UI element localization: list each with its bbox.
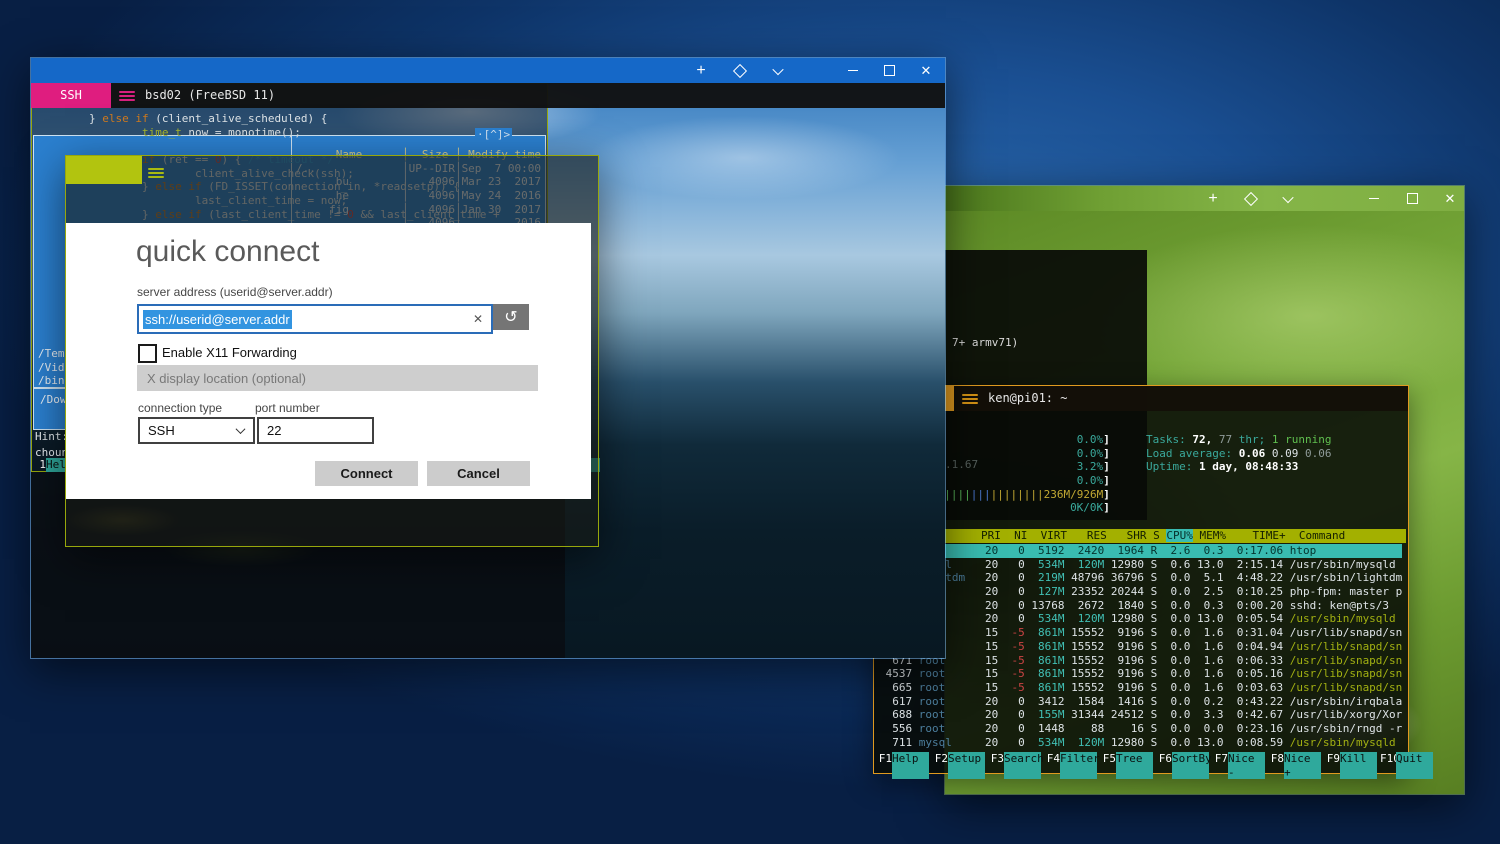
server-address-value: ssh://userid@server.addr xyxy=(143,310,292,329)
htop-panel[interactable]: ken@pi01: ~ .1.67 0.0%] 0.0%] 3.2%] 0.0%… xyxy=(873,385,1409,774)
fkey-item[interactable]: F5Tree xyxy=(1100,752,1156,779)
new-tab-icon[interactable]: + xyxy=(686,58,716,83)
eraser-icon[interactable] xyxy=(1236,186,1266,211)
htop-table-header[interactable]: PID USER PRI NI VIRT RES SHR S CPU% MEM%… xyxy=(875,529,1406,543)
hamburger-icon[interactable] xyxy=(119,89,135,103)
new-tab-icon[interactable]: + xyxy=(1198,186,1228,211)
server-address-input[interactable]: ssh://userid@server.addr ✕ xyxy=(137,304,493,334)
terminal-line: 671 root 15 -5 861M 15552 9196 S 0.0 1.6… xyxy=(879,654,1402,668)
htop-tab-title[interactable]: ken@pi01: ~ xyxy=(988,392,1067,406)
x11-forwarding-label: Enable X11 Forwarding xyxy=(162,345,297,360)
dialog-tab-badge[interactable] xyxy=(66,156,142,184)
history-button[interactable]: ↺ xyxy=(493,304,529,330)
terminal-line: 617 root 20 0 3412 1584 1416 S 0.0 0.2 0… xyxy=(879,695,1402,709)
dialog-title: quick connect xyxy=(136,235,319,269)
ssh-tab-title[interactable]: bsd02 (FreeBSD 11) xyxy=(145,89,275,103)
fkey-item[interactable]: F8Nice + xyxy=(1268,752,1324,779)
terminal-line: Tasks: 72, 77 thr; 1 running xyxy=(1146,433,1331,447)
htop-process-table[interactable]: 20 0 5192 2420 1964 R 2.6 0.3 0:17.06 ht… xyxy=(879,544,1402,749)
maximize-button[interactable] xyxy=(874,58,904,83)
blue-titlebar[interactable]: + ✕ xyxy=(31,58,945,83)
clear-input-icon[interactable]: ✕ xyxy=(473,312,483,326)
terminal-line: 20 0 127M 23352 20244 S 0.0 2.5 0:10.25 … xyxy=(879,585,1402,599)
terminal-line: lightdm 20 0 219M 48796 36796 S 0.0 5.1 … xyxy=(879,571,1402,585)
quick-connect-dialog[interactable]: quick connect server address (userid@ser… xyxy=(65,155,599,547)
x11-forwarding-checkbox[interactable] xyxy=(138,344,157,363)
terminal-line: Load average: 0.06 0.09 0.06 xyxy=(1146,447,1331,461)
htop-tasks: Tasks: 72, 77 thr; 1 runningLoad average… xyxy=(1146,433,1331,474)
terminal-line: 15 -5 861M 15552 9196 S 0.0 1.6 0:04.94 … xyxy=(879,640,1402,654)
minimize-button[interactable] xyxy=(1359,186,1389,211)
fkey-item[interactable]: F4Filter xyxy=(1044,752,1100,779)
history-icon: ↺ xyxy=(504,307,517,327)
chevron-down-icon[interactable] xyxy=(1273,186,1303,211)
close-button[interactable]: ✕ xyxy=(1435,186,1465,211)
connection-type-label: connection type xyxy=(138,401,222,415)
cancel-button[interactable]: Cancel xyxy=(427,461,530,486)
connection-type-select[interactable]: SSH xyxy=(138,417,255,444)
x-display-input: X display location (optional) xyxy=(137,365,538,391)
terminal-line: PID USER PRI NI VIRT RES SHR S CPU% MEM%… xyxy=(875,529,1406,543)
fkey-item[interactable]: F2Setup xyxy=(932,752,988,779)
server-address-label: server address (userid@server.addr) xyxy=(137,285,333,299)
terminal-line: time_t now = monotime(); xyxy=(36,126,500,140)
terminal-line: 20 0 13768 2672 1840 S 0.0 0.3 0:00.20 s… xyxy=(879,599,1402,613)
terminal-line: 20 0 534M 120M 12980 S 0.0 13.0 0:05.54 … xyxy=(879,612,1402,626)
ssh-tab-badge[interactable]: SSH xyxy=(31,83,111,108)
ssh-tabbar[interactable]: SSH bsd02 (FreeBSD 11) xyxy=(31,83,945,108)
terminal-line: 4537 root 15 -5 861M 15552 9196 S 0.0 1.… xyxy=(879,667,1402,681)
terminal-line: 15 -5 861M 15552 9196 S 0.0 1.6 0:31.04 … xyxy=(879,626,1402,640)
chevron-down-icon[interactable] xyxy=(763,58,793,83)
eraser-icon[interactable] xyxy=(725,58,755,83)
fkey-item[interactable]: F1Help xyxy=(876,752,932,779)
terminal-line: mysql 20 0 534M 120M 12980 S 0.6 13.0 2:… xyxy=(879,558,1402,572)
port-number-input[interactable]: 22 xyxy=(257,417,374,444)
desktop: + ✕ 7+ armv71) ken@pi01: ~ .1.67 0.0%] xyxy=(0,0,1500,844)
terminal-line: } else if (client_alive_scheduled) { xyxy=(36,112,500,126)
close-button[interactable]: ✕ xyxy=(911,58,941,83)
htop-tabbar[interactable]: ken@pi01: ~ xyxy=(874,386,1408,411)
terminal-line: 556 root 20 0 1448 88 16 S 0.0 0.0 0:23.… xyxy=(879,722,1402,736)
port-number-label: port number xyxy=(255,401,320,415)
terminal-line xyxy=(36,139,500,153)
hamburger-icon[interactable] xyxy=(962,392,978,406)
green-titlebar[interactable]: + ✕ xyxy=(945,186,1464,211)
terminal-line: 665 root 15 -5 861M 15552 9196 S 0.0 1.6… xyxy=(879,681,1402,695)
chevron-down-icon xyxy=(236,424,246,434)
hamburger-icon[interactable] xyxy=(148,166,164,180)
htop-fkey-bar[interactable]: F1HelpF2SetupF3SearchF4FilterF5TreeF6Sor… xyxy=(876,752,1406,779)
neofetch-fragment: 7+ armv71) xyxy=(952,336,1018,350)
minimize-button[interactable] xyxy=(838,58,868,83)
fkey-item[interactable]: F6SortBy xyxy=(1156,752,1212,779)
terminal-line: Uptime: 1 day, 08:48:33 xyxy=(1146,460,1331,474)
fkey-item[interactable]: F9Kill xyxy=(1324,752,1380,779)
terminal-line: 688 root 20 0 155M 31344 24512 S 0.0 3.3… xyxy=(879,708,1402,722)
fkey-item[interactable]: F10Quit xyxy=(1380,752,1436,779)
fkey-item[interactable]: F3Search xyxy=(988,752,1044,779)
quick-connect-form: quick connect server address (userid@ser… xyxy=(66,223,591,499)
maximize-button[interactable] xyxy=(1397,186,1427,211)
terminal-line: 20 0 5192 2420 1964 R 2.6 0.3 0:17.06 ht… xyxy=(879,544,1402,558)
terminal-line: 711 mysql 20 0 534M 120M 12980 S 0.0 13.… xyxy=(879,736,1402,750)
connect-button[interactable]: Connect xyxy=(315,461,418,486)
fkey-item[interactable]: F7Nice - xyxy=(1212,752,1268,779)
